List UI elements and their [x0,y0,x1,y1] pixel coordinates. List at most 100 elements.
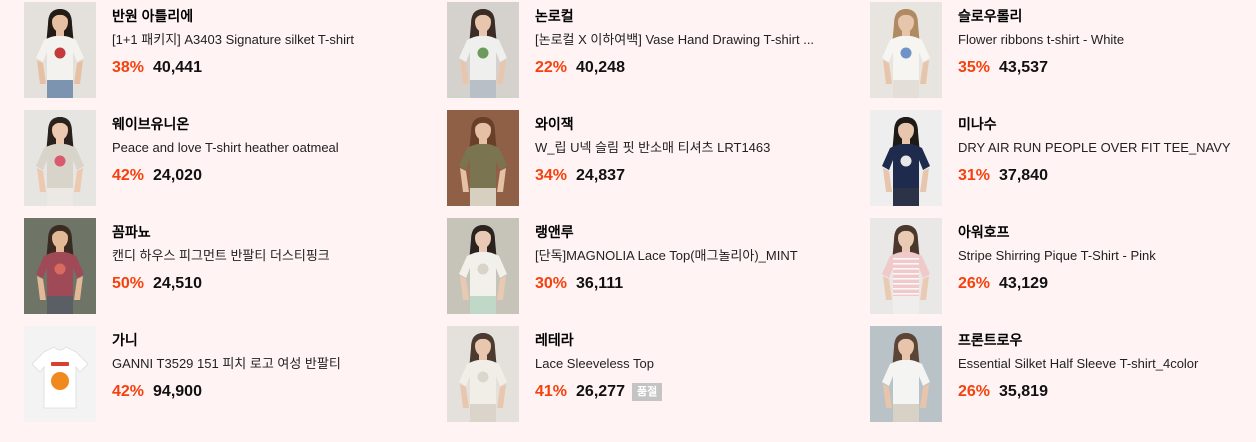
product-card[interactable]: 아워호프 Stripe Shirring Pique T-Shirt - Pin… [870,218,1246,314]
model-bottom-garment [893,403,919,422]
product-card[interactable]: 프론트로우 Essential Silket Half Sleeve T-shi… [870,326,1246,422]
product-info: 랭앤루 [단독]MAGNOLIA Lace Top(매그놀리아)_MINT 30… [535,218,870,314]
price-row: 35% 43,537 [958,56,1246,80]
product-image[interactable] [447,218,519,314]
price-row: 50% 24,510 [112,272,447,296]
product-name[interactable]: Flower ribbons t-shirt - White [958,30,1246,50]
product-image[interactable] [870,110,942,206]
product-name[interactable]: Peace and love T-shirt heather oatmeal [112,138,447,158]
sale-price: 43,129 [999,275,1048,292]
sold-out-badge: 품절 [631,383,663,401]
brand-name[interactable]: 미나수 [958,114,1246,134]
sale-price: 40,441 [153,59,202,76]
brand-name[interactable]: 아워호프 [958,222,1246,242]
product-photo [447,2,519,98]
product-name[interactable]: 캔디 하우스 피그먼트 반팔티 더스티핑크 [112,246,447,266]
price-row: 31% 37,840 [958,164,1246,188]
garment-print [900,155,912,167]
sale-price: 94,900 [153,383,202,400]
sale-price: 26,277 [576,383,625,400]
product-photo [870,2,942,98]
product-image[interactable] [870,326,942,422]
product-image[interactable] [447,326,519,422]
garment-print [54,155,66,167]
garment-print [51,372,69,390]
discount-rate: 26% [958,275,991,292]
model-bottom-garment [893,79,919,98]
brand-name[interactable]: 가니 [112,330,447,350]
product-card[interactable]: 가니 GANNI T3529 151 피치 로고 여성 반팔티 42% 94,9… [24,326,447,422]
brand-name[interactable]: 와이잭 [535,114,870,134]
sale-price: 40,248 [576,59,625,76]
product-info: 논로컬 [논로컬 X 이하여백] Vase Hand Drawing T-shi… [535,2,870,98]
garment-print [477,47,489,59]
garment-logo-print [51,362,69,366]
brand-name[interactable]: 꼼파뇨 [112,222,447,242]
model-bottom-garment [47,187,73,206]
garment-stripe [893,268,919,270]
product-info: 슬로우롤리 Flower ribbons t-shirt - White 35%… [958,2,1246,98]
product-image[interactable] [24,2,96,98]
product-card[interactable]: 꼼파뇨 캔디 하우스 피그먼트 반팔티 더스티핑크 50% 24,510 [24,218,447,314]
product-image[interactable] [870,2,942,98]
sale-price: 24,837 [576,167,625,184]
price-row: 42% 94,900 [112,380,447,404]
model-bottom-garment [470,403,496,422]
product-image[interactable] [24,110,96,206]
product-card[interactable]: 미나수 DRY AIR RUN PEOPLE OVER FIT TEE_NAVY… [870,110,1246,206]
product-name[interactable]: Lace Sleeveless Top [535,354,870,374]
product-photo [24,110,96,206]
brand-name[interactable]: 반원 아틀리에 [112,6,447,26]
product-name[interactable]: [논로컬 X 이하여백] Vase Hand Drawing T-shirt .… [535,30,870,50]
garment-stripe [893,293,919,295]
garment-print [477,263,489,275]
product-info: 꼼파뇨 캔디 하우스 피그먼트 반팔티 더스티핑크 50% 24,510 [112,218,447,314]
brand-name[interactable]: 웨이브유니온 [112,114,447,134]
garment-stripe [893,288,919,290]
product-image[interactable] [447,110,519,206]
product-image[interactable] [24,326,96,422]
model-bottom-garment [47,79,73,98]
garment-print [900,47,912,59]
product-info: 레테라 Lace Sleeveless Top 41% 26,277 품절 [535,326,870,422]
product-card[interactable]: 레테라 Lace Sleeveless Top 41% 26,277 품절 [447,326,870,422]
product-card[interactable]: 와이잭 W_립 U넥 슬림 핏 반소매 티셔츠 LRT1463 34% 24,8… [447,110,870,206]
price-row: 30% 36,111 [535,272,870,296]
brand-name[interactable]: 논로컬 [535,6,870,26]
product-card[interactable]: 웨이브유니온 Peace and love T-shirt heather oa… [24,110,447,206]
product-card[interactable]: 반원 아틀리에 [1+1 패키지] A3403 Signature silket… [24,2,447,98]
sale-price: 36,111 [576,275,624,292]
brand-name[interactable]: 레테라 [535,330,870,350]
product-photo [447,110,519,206]
product-name[interactable]: W_립 U넥 슬림 핏 반소매 티셔츠 LRT1463 [535,138,870,158]
product-name[interactable]: Stripe Shirring Pique T-Shirt - Pink [958,246,1246,266]
product-card[interactable]: 논로컬 [논로컬 X 이하여백] Vase Hand Drawing T-shi… [447,2,870,98]
product-name[interactable]: Essential Silket Half Sleeve T-shirt_4co… [958,354,1246,374]
product-image[interactable] [870,218,942,314]
product-name[interactable]: DRY AIR RUN PEOPLE OVER FIT TEE_NAVY [958,138,1246,158]
discount-rate: 31% [958,167,991,184]
product-name[interactable]: [단독]MAGNOLIA Lace Top(매그놀리아)_MINT [535,246,870,266]
product-image[interactable] [24,218,96,314]
brand-name[interactable]: 랭앤루 [535,222,870,242]
discount-rate: 30% [535,275,568,292]
discount-rate: 42% [112,167,145,184]
product-image[interactable] [447,2,519,98]
garment-stripe [893,273,919,275]
product-info: 미나수 DRY AIR RUN PEOPLE OVER FIT TEE_NAVY… [958,110,1246,206]
product-photo [870,110,942,206]
product-card[interactable]: 슬로우롤리 Flower ribbons t-shirt - White 35%… [870,2,1246,98]
product-name[interactable]: GANNI T3529 151 피치 로고 여성 반팔티 [112,354,447,374]
product-card[interactable]: 랭앤루 [단독]MAGNOLIA Lace Top(매그놀리아)_MINT 30… [447,218,870,314]
garment-print [54,263,66,275]
garment-stripe [893,283,919,285]
product-name[interactable]: [1+1 패키지] A3403 Signature silket T-shirt [112,30,447,50]
model-bottom-garment [893,187,919,206]
discount-rate: 50% [112,275,145,292]
sale-price: 24,510 [153,275,202,292]
brand-name[interactable]: 프론트로우 [958,330,1246,350]
discount-rate: 38% [112,59,145,76]
product-photo [870,326,942,422]
price-row: 26% 43,129 [958,272,1246,296]
brand-name[interactable]: 슬로우롤리 [958,6,1246,26]
